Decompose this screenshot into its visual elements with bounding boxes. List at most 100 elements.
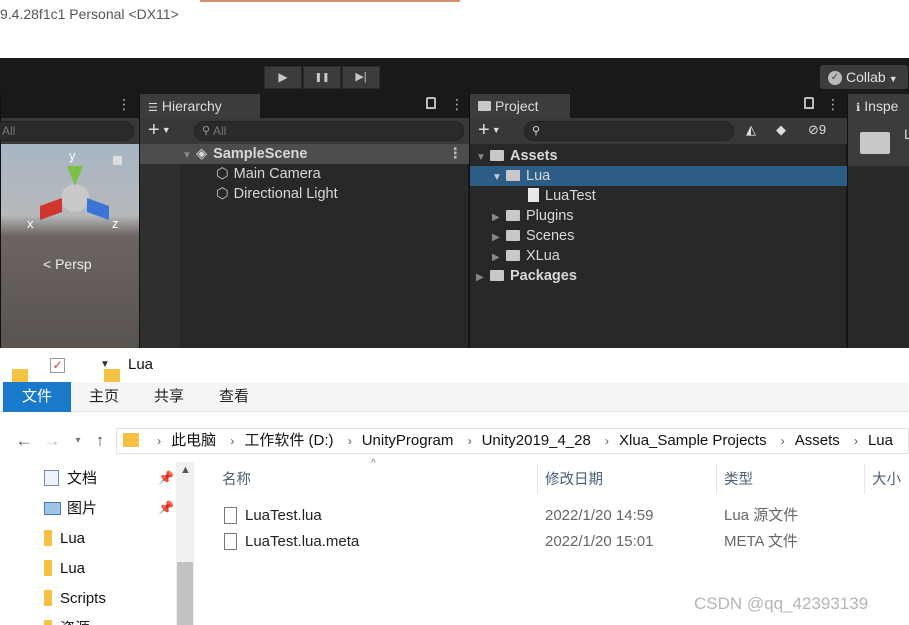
pin-icon[interactable]: 📌 <box>158 470 174 486</box>
nav-item-folder[interactable]: Lua <box>44 525 85 553</box>
address-bar[interactable]: › 此电脑 › 工作软件 (D:) › UnityProgram › Unity2019… <box>116 428 909 454</box>
filter-type-icon[interactable]: ◭ <box>746 122 756 138</box>
tree-item-folder[interactable]: ▶ Scenes <box>492 226 574 246</box>
up-arrow-icon[interactable]: ↑ <box>90 428 110 454</box>
ribbon-tab-file[interactable]: 文件 <box>3 382 71 412</box>
ribbon-tab-view[interactable]: 查看 <box>202 382 266 412</box>
breadcrumb-item[interactable]: UnityProgram <box>362 429 454 453</box>
scene-row[interactable]: ▼ ◈ SampleScene ⋮ <box>140 144 469 164</box>
hierarchy-item[interactable]: ⬡ Directional Light <box>216 184 338 204</box>
play-button[interactable]: ▶ <box>264 66 302 89</box>
nav-item-folder[interactable]: 资源 <box>44 615 90 625</box>
add-button[interactable]: + ▼ <box>148 119 171 144</box>
forward-arrow-icon[interactable]: → <box>42 428 62 454</box>
column-divider[interactable] <box>537 464 538 494</box>
chevron-down-icon[interactable]: ▼ <box>100 348 110 382</box>
persp-label[interactable]: < Persp <box>43 256 92 272</box>
nav-scrollbar[interactable]: ▲ <box>176 462 194 625</box>
nav-item-folder[interactable]: Scripts <box>44 585 106 613</box>
tab-inspector[interactable]: ℹ Inspe <box>848 94 909 118</box>
column-header-type[interactable]: 类型 <box>724 468 753 492</box>
expand-triangle-icon[interactable]: ▶ <box>476 268 490 288</box>
more-icon[interactable]: ⋮ <box>450 96 464 113</box>
column-header-date[interactable]: 修改日期 <box>545 468 603 492</box>
nav-item-label: 图片 <box>67 500 98 517</box>
expand-triangle-icon[interactable]: ▼ <box>492 168 506 188</box>
column-header-size[interactable]: 大小 <box>872 468 901 492</box>
unity-editor: ▶ ❚❚ ▶| ✓ Collab ▼ ⋮ All y x z < Persp ☰ Hi… <box>0 58 909 348</box>
window-title: 9.4.28f1c1 Personal <DX11> <box>0 6 179 22</box>
folder-icon <box>506 209 520 221</box>
tree-item-folder[interactable]: ▶ XLua <box>492 246 560 266</box>
nav-item-pictures[interactable]: 图片 <box>44 495 97 523</box>
lock-icon[interactable] <box>426 97 436 109</box>
scene-gizmo[interactable] <box>61 184 89 212</box>
tab-project[interactable]: Project <box>470 94 570 118</box>
lock-icon[interactable] <box>804 97 814 109</box>
column-divider[interactable] <box>864 464 865 494</box>
script-file-icon <box>528 188 539 203</box>
project-tab-label: Project <box>495 98 539 114</box>
more-icon[interactable]: ⋮ <box>826 96 840 113</box>
text-file-icon <box>224 506 237 524</box>
project-search-input[interactable] <box>524 121 734 141</box>
tree-item-assets[interactable]: ▼ Assets <box>476 146 558 166</box>
column-divider[interactable] <box>716 464 717 494</box>
scrollbar-thumb[interactable] <box>177 562 193 625</box>
label-icon[interactable]: ◆ <box>776 122 786 138</box>
chevron-right-icon: › <box>157 434 162 448</box>
hidden-count-button[interactable]: ⊘9 <box>808 122 826 138</box>
tree-item-luatest[interactable]: LuaTest <box>528 186 596 206</box>
folder-icon <box>12 369 28 384</box>
add-button[interactable]: + ▼ <box>478 119 501 144</box>
chevron-right-icon: › <box>853 434 858 448</box>
folder-icon <box>44 530 52 547</box>
file-date: 2022/1/20 15:01 <box>545 533 654 550</box>
expand-triangle-icon[interactable]: ▼ <box>182 146 196 166</box>
tree-item-lua[interactable]: ▼ Lua <box>470 166 847 186</box>
file-row[interactable]: LuaTest.lua.meta 2022/1/20 15:01 META 文件 <box>214 529 909 555</box>
properties-icon[interactable]: ✓ <box>50 358 65 373</box>
more-icon[interactable]: ⋮ <box>448 144 463 164</box>
ribbon-tab-share[interactable]: 共享 <box>137 382 201 412</box>
pin-icon[interactable]: 📌 <box>158 500 174 516</box>
quick-access-toolbar: ✓ ▼ Lua <box>0 348 909 384</box>
tree-item-folder[interactable]: ▶ Plugins <box>492 206 574 226</box>
column-header-name[interactable]: 名称 <box>222 468 251 492</box>
tab-hierarchy[interactable]: ☰ Hierarchy <box>140 94 260 118</box>
nav-item-documents[interactable]: 文档 <box>44 465 97 493</box>
hierarchy-item[interactable]: ⬡ Main Camera <box>216 164 321 184</box>
more-icon[interactable]: ⋮ <box>117 96 131 113</box>
pause-button[interactable]: ❚❚ <box>303 66 341 89</box>
collab-button[interactable]: ✓ Collab ▼ <box>820 65 908 89</box>
breadcrumb-item[interactable]: Unity2019_4_28 <box>482 429 591 453</box>
lock-icon[interactable] <box>113 156 122 165</box>
breadcrumb-item[interactable]: Xlua_Sample Projects <box>619 429 767 453</box>
ribbon-tab-home[interactable]: 主页 <box>72 382 136 412</box>
file-row[interactable]: LuaTest.lua 2022/1/20 14:59 Lua 源文件 <box>214 503 909 529</box>
breadcrumb-item[interactable]: Lua <box>868 429 893 453</box>
expand-triangle-icon[interactable]: ▶ <box>492 228 506 248</box>
axis-y-label: y <box>69 148 76 163</box>
breadcrumb-item[interactable]: 此电脑 <box>171 429 216 453</box>
expand-triangle-icon[interactable]: ▼ <box>476 148 490 168</box>
scene-view[interactable]: y x z < Persp <box>1 144 139 348</box>
nav-item-label: 文档 <box>67 470 98 487</box>
breadcrumb-item[interactable]: Assets <box>795 429 840 453</box>
expand-triangle-icon[interactable]: ▶ <box>492 248 506 268</box>
scene-searchbar: All <box>0 118 139 144</box>
hierarchy-search-input[interactable]: All <box>194 121 464 141</box>
chevron-up-icon[interactable]: ▲ <box>180 464 191 476</box>
inspector-title: L <box>904 126 909 142</box>
step-button[interactable]: ▶| <box>342 66 380 89</box>
nav-item-folder[interactable]: Lua <box>44 555 85 583</box>
expand-triangle-icon[interactable]: ▶ <box>492 208 506 228</box>
axis-x-label: x <box>27 216 34 231</box>
scene-search-input[interactable]: All <box>0 121 134 141</box>
breadcrumb-item[interactable]: 工作软件 (D:) <box>244 429 333 453</box>
recent-locations-icon[interactable]: ▾ <box>68 428 88 454</box>
tree-item-packages[interactable]: ▶ Packages <box>476 266 577 286</box>
nav-item-label: Scripts <box>60 590 106 607</box>
folder-icon <box>44 590 52 607</box>
back-arrow-icon[interactable]: ← <box>14 428 34 454</box>
